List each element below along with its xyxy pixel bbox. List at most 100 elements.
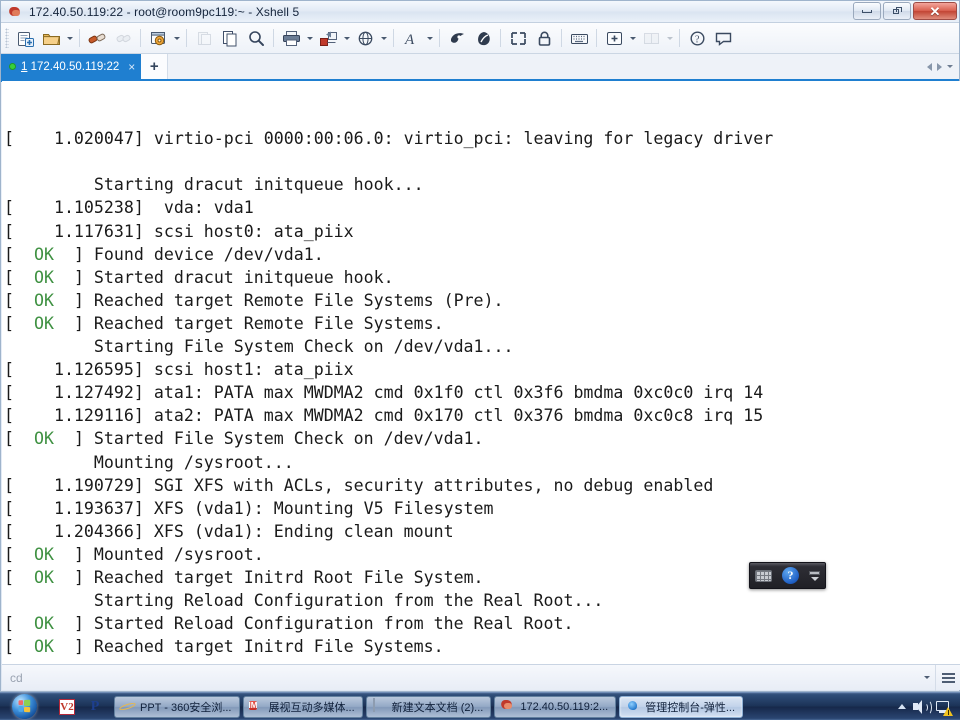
file-transfer-dropdown[interactable] <box>341 26 352 50</box>
open-session-dropdown[interactable] <box>64 26 75 50</box>
add-dropdown[interactable] <box>627 26 638 50</box>
keyboard-icon[interactable] <box>755 569 772 582</box>
taskbar-item-browser[interactable]: PPT - 360安全浏... <box>114 695 240 718</box>
reconnect-icon[interactable] <box>110 26 136 50</box>
terminal-text: ] Reached target Remote File Systems (Pr… <box>53 290 504 310</box>
tab-label: 1 172.40.50.119:22 <box>21 61 119 73</box>
font-icon[interactable]: A <box>398 26 424 50</box>
help-icon[interactable]: ? <box>684 26 710 50</box>
terminal-line: [ 1.117631] scsi host0: ata_piix <box>4 220 960 243</box>
terminal-line: Starting dracut initqueue hook... <box>4 173 960 196</box>
disconnect-icon[interactable] <box>84 26 110 50</box>
terminal-text: [ 1.193637] XFS (vda1): Mounting V5 File… <box>4 498 494 518</box>
terminal-text: ] Found device /dev/vda1. <box>53 244 324 264</box>
taskbar: V2 P PPT - 360安全浏... IM 展视互动多媒体... 新建文本文… <box>0 692 960 720</box>
command-menu[interactable] <box>935 664 960 691</box>
start-button[interactable] <box>0 693 48 720</box>
chat-icon[interactable] <box>710 26 736 50</box>
taskbar-item-xshell[interactable]: 172.40.50.119:2... <box>494 695 617 718</box>
new-tab-button[interactable]: + <box>141 54 169 79</box>
lock-icon[interactable] <box>531 26 557 50</box>
start-orb-icon <box>11 694 37 719</box>
add-icon[interactable] <box>601 26 627 50</box>
tray-network-warning-icon[interactable] <box>935 698 953 716</box>
terminal-text: [ 1.204366] XFS (vda1): Ending clean mou… <box>4 521 454 541</box>
terminal-text: [ <box>4 267 34 287</box>
font-dropdown[interactable] <box>424 26 435 50</box>
tray-volume-icon[interactable] <box>912 698 932 715</box>
toolbar-grip[interactable] <box>5 28 9 48</box>
terminal-line: [ 1.105238] vda: vda1 <box>4 196 960 219</box>
help-icon[interactable]: ? <box>782 567 799 584</box>
layout-icon[interactable] <box>638 26 664 50</box>
terminal-line: [ OK ] Reached target Initrd File System… <box>4 635 960 658</box>
window-controls: ✕ <box>853 2 957 20</box>
status-ok: OK <box>33 544 54 564</box>
notepad-icon <box>372 698 387 714</box>
chevron-down-icon[interactable] <box>947 65 953 68</box>
close-icon[interactable]: × <box>128 61 135 73</box>
terminal-text: ] Reached target Remote File Systems. <box>53 313 444 333</box>
screen: 172.40.50.119:22 - root@room9pc119:~ - X… <box>0 0 960 720</box>
toolbar-separator <box>596 29 597 47</box>
new-session-icon[interactable] <box>12 26 38 50</box>
command-input[interactable]: cd <box>2 671 919 685</box>
xshell-window: 172.40.50.119:22 - root@room9pc119:~ - X… <box>0 0 960 692</box>
taskbar-item-label: 172.40.50.119:2... <box>520 700 609 713</box>
paste-icon[interactable] <box>191 26 217 50</box>
taskbar-item-firefox[interactable]: 管理控制台-弹性... <box>619 695 744 718</box>
taskbar-item-multimedia[interactable]: IM 展视互动多媒体... <box>242 695 363 718</box>
floating-toolbar[interactable]: ? <box>749 562 826 589</box>
firefox-icon <box>625 699 640 714</box>
terminal-line: [ 1.193637] XFS (vda1): Mounting V5 File… <box>4 497 960 520</box>
restore-button[interactable] <box>883 2 911 20</box>
tab-strip-empty <box>168 54 921 79</box>
tray-show-hidden-icon[interactable] <box>898 704 906 709</box>
taskbar-item-notepad[interactable]: 新建文本文档 (2)... <box>365 695 492 718</box>
xshell-icon <box>500 699 515 714</box>
file-transfer-icon[interactable] <box>315 26 341 50</box>
taskbar-items: PPT - 360安全浏... IM 展视互动多媒体... 新建文本文档 (2)… <box>114 695 898 718</box>
history-dropdown[interactable] <box>919 676 935 679</box>
globe-dropdown[interactable] <box>378 26 389 50</box>
find-icon[interactable] <box>243 26 269 50</box>
svg-text:?: ? <box>695 34 700 45</box>
terminal-text: [ <box>4 614 34 634</box>
scroll-right-icon[interactable] <box>937 62 942 71</box>
script-run-icon[interactable] <box>444 26 470 50</box>
terminal-text: [ <box>4 313 34 333</box>
session-tab[interactable]: 1 172.40.50.119:22 × <box>1 54 142 79</box>
open-session-icon[interactable] <box>38 26 64 50</box>
scroll-left-icon[interactable] <box>927 62 932 71</box>
terminal-text: ] Reached target Initrd Root File System… <box>53 567 484 587</box>
quick-launch-p[interactable]: P <box>82 695 108 719</box>
status-ok: OK <box>33 313 54 333</box>
terminal-text: ] Started dracut initqueue hook. <box>53 267 394 287</box>
properties-icon[interactable] <box>145 26 171 50</box>
quick-launch: V2 P <box>54 695 108 719</box>
fullscreen-icon[interactable] <box>505 26 531 50</box>
properties-dropdown[interactable] <box>171 26 182 50</box>
terminal-text: [ <box>4 637 34 657</box>
minimize-button[interactable] <box>853 2 881 20</box>
v2-icon: V2 <box>59 698 75 715</box>
script-stop-icon[interactable] <box>470 26 496 50</box>
terminal-text: [ 1.126595] scsi host1: ata_piix <box>4 360 354 380</box>
terminal-text: [ 1.190729] SGI XFS with ACLs, security … <box>4 475 714 495</box>
terminal-line: [ OK ] Started Reload Configuration from… <box>4 612 960 635</box>
terminal-text: Starting File System Check on /dev/vda1.… <box>4 337 514 357</box>
copy-icon[interactable] <box>217 26 243 50</box>
print-icon[interactable] <box>278 26 304 50</box>
print-dropdown[interactable] <box>304 26 315 50</box>
close-button[interactable]: ✕ <box>913 2 957 20</box>
widget-dropdown[interactable] <box>809 570 820 581</box>
keyboard-icon[interactable] <box>566 26 592 50</box>
quick-launch-v2[interactable]: V2 <box>54 695 80 719</box>
globe-icon[interactable] <box>352 26 378 50</box>
terminal-line: [ OK ] Reached target Remote File System… <box>4 312 960 335</box>
terminal-line: [ OK ] Started dracut initqueue hook. <box>4 266 960 289</box>
terminal-text: [ 1.105238] vda: vda1 <box>4 198 254 218</box>
layout-dropdown[interactable] <box>664 26 675 50</box>
terminal-text: ] Started File System Check on /dev/vda1… <box>53 429 484 449</box>
